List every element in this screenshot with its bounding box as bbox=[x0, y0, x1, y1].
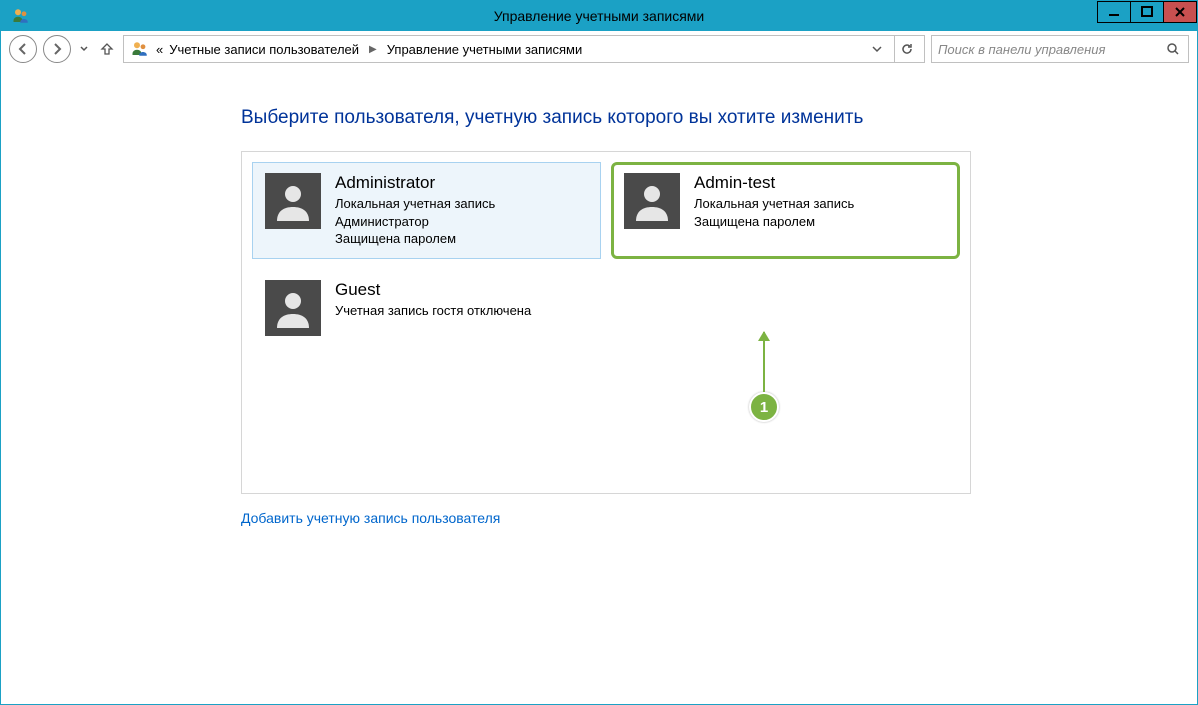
users-list-box: Administrator Локальная учетная запись А… bbox=[241, 151, 971, 494]
callout-arrow-icon bbox=[763, 332, 765, 392]
window-controls bbox=[1098, 1, 1197, 31]
callout-annotation: 1 bbox=[749, 332, 779, 422]
search-box[interactable]: Поиск в панели управления bbox=[931, 35, 1189, 63]
user-info: Guest Учетная запись гостя отключена bbox=[335, 280, 531, 320]
content-inner: Выберите пользователя, учетную запись ко… bbox=[241, 107, 971, 528]
avatar bbox=[265, 173, 321, 229]
page-heading: Выберите пользователя, учетную запись ко… bbox=[241, 107, 971, 129]
address-dropdown-icon[interactable] bbox=[868, 44, 886, 54]
user-info: Administrator Локальная учетная запись А… bbox=[335, 173, 495, 248]
user-name: Admin-test bbox=[694, 173, 854, 193]
user-line: Локальная учетная запись bbox=[335, 195, 495, 213]
minimize-button[interactable] bbox=[1097, 1, 1131, 23]
user-card-administrator[interactable]: Administrator Локальная учетная запись А… bbox=[252, 162, 601, 259]
refresh-button[interactable] bbox=[894, 36, 918, 62]
user-line: Локальная учетная запись bbox=[694, 195, 854, 213]
content-area: Выберите пользователя, учетную запись ко… bbox=[1, 67, 1197, 704]
add-user-link[interactable]: Добавить учетную запись пользователя bbox=[241, 510, 500, 526]
user-name: Guest bbox=[335, 280, 531, 300]
titlebar[interactable]: Управление учетными записями bbox=[1, 1, 1197, 31]
close-button[interactable] bbox=[1163, 1, 1197, 23]
breadcrumb-separator-icon: ▶ bbox=[365, 44, 381, 55]
user-line: Администратор bbox=[335, 213, 495, 231]
user-info: Admin-test Локальная учетная запись Защи… bbox=[694, 173, 854, 230]
breadcrumb-manage-accounts[interactable]: Управление учетными записями bbox=[387, 42, 582, 57]
up-button[interactable] bbox=[97, 37, 117, 61]
breadcrumb-user-accounts[interactable]: Учетные записи пользователей bbox=[169, 42, 359, 57]
avatar bbox=[265, 280, 321, 336]
forward-button[interactable] bbox=[43, 35, 71, 63]
back-button[interactable] bbox=[9, 35, 37, 63]
user-line: Защищена паролем bbox=[694, 213, 854, 231]
search-icon[interactable] bbox=[1164, 42, 1182, 56]
user-accounts-icon bbox=[130, 39, 150, 59]
user-name: Administrator bbox=[335, 173, 495, 193]
user-line: Защищена паролем bbox=[335, 230, 495, 248]
search-placeholder: Поиск в панели управления bbox=[938, 42, 1164, 57]
avatar bbox=[624, 173, 680, 229]
callout-number-badge: 1 bbox=[749, 392, 779, 422]
users-grid: Administrator Локальная учетная запись А… bbox=[252, 162, 960, 347]
user-card-admin-test[interactable]: Admin-test Локальная учетная запись Защи… bbox=[611, 162, 960, 259]
user-line: Учетная запись гостя отключена bbox=[335, 302, 531, 320]
address-bar[interactable]: « Учетные записи пользователей ▶ Управле… bbox=[123, 35, 925, 63]
user-accounts-app-icon bbox=[11, 6, 31, 26]
navigation-bar: « Учетные записи пользователей ▶ Управле… bbox=[1, 31, 1197, 67]
user-card-guest[interactable]: Guest Учетная запись гостя отключена bbox=[252, 269, 601, 347]
nav-history-dropdown[interactable] bbox=[77, 35, 91, 63]
window-title: Управление учетными записями bbox=[1, 8, 1197, 24]
breadcrumb-prefix: « bbox=[156, 42, 163, 57]
maximize-button[interactable] bbox=[1130, 1, 1164, 23]
window: Управление учетными записями bbox=[0, 0, 1198, 705]
